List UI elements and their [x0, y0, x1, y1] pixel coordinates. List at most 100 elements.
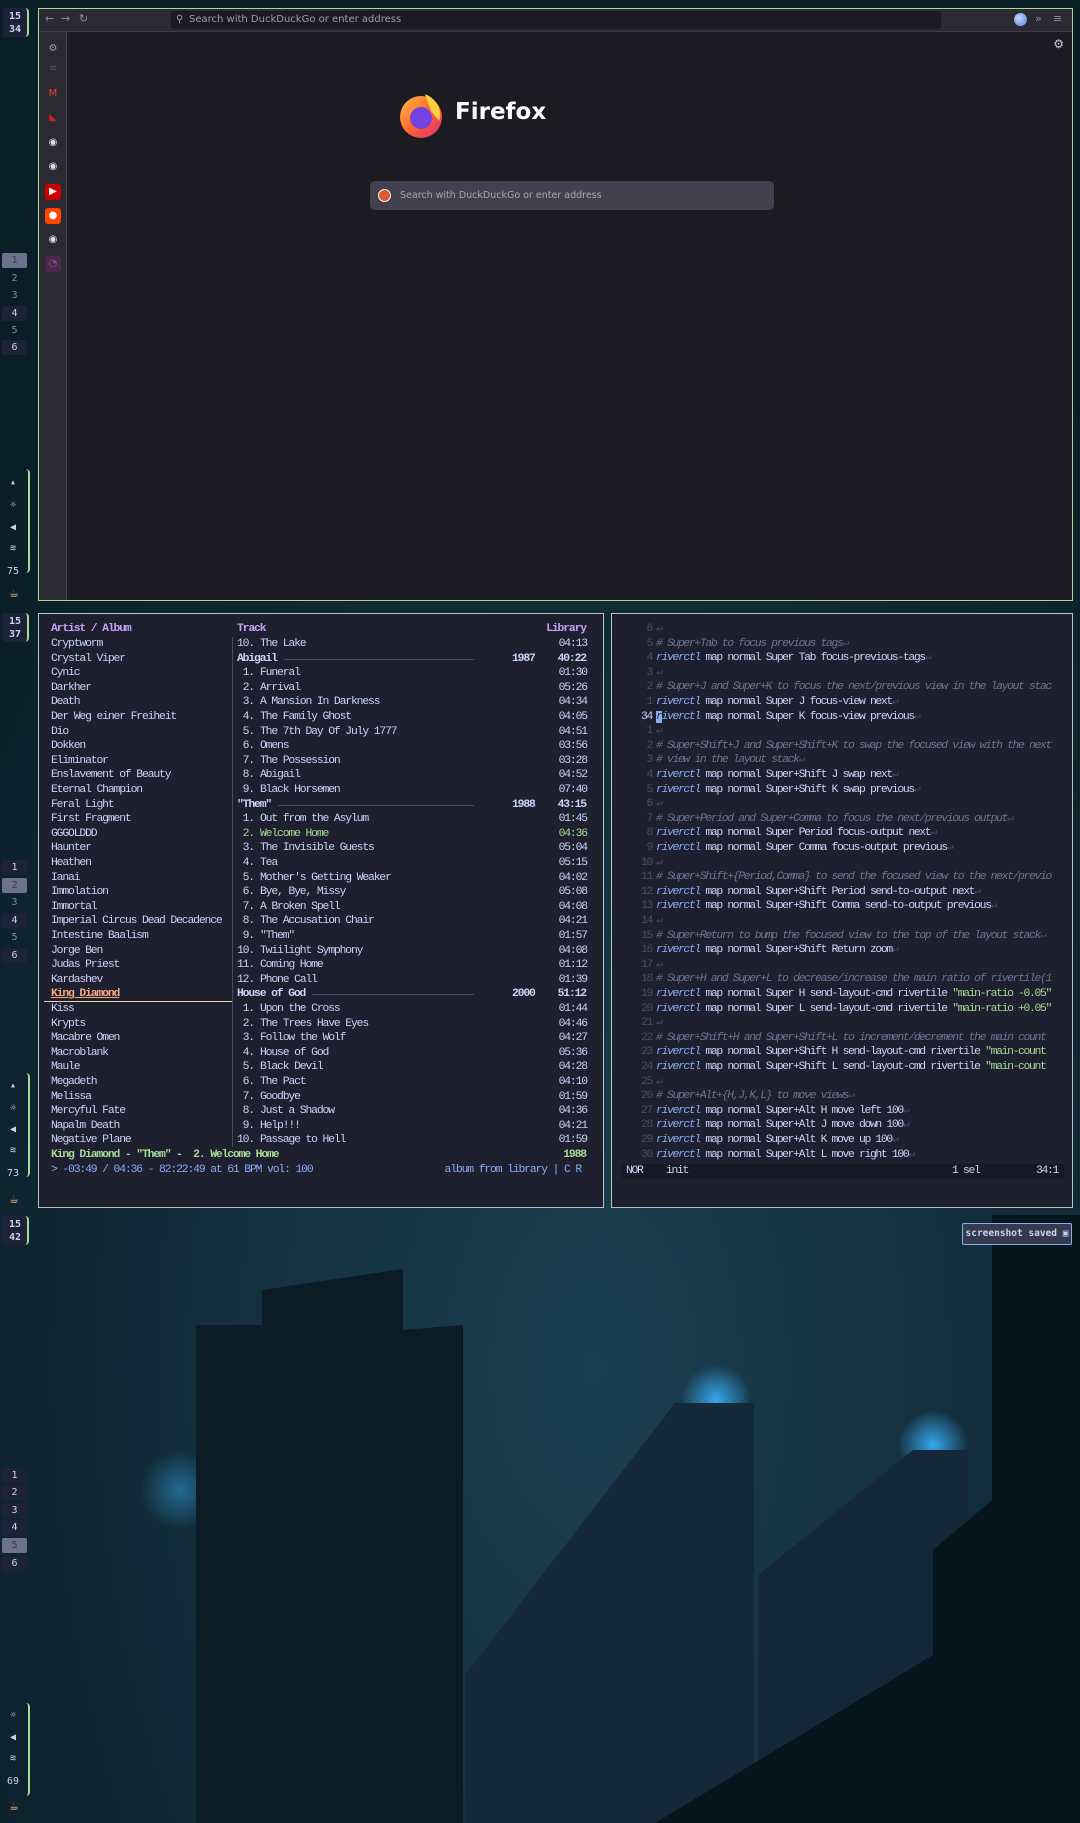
gmail-icon[interactable]: M [45, 86, 61, 102]
code-line[interactable]: riverctl map normal Super+Shift K swap p… [656, 783, 1070, 798]
track-row[interactable]: 6. The Pact 04:10 [237, 1075, 589, 1090]
github-icon[interactable]: ◉ [45, 232, 61, 248]
artist-item[interactable]: Melissa [51, 1090, 92, 1105]
track-row[interactable]: 8. Just a Shadow 04:36 [237, 1104, 589, 1119]
track-row[interactable]: 12. Phone Call 01:39 [237, 973, 588, 988]
code-line[interactable]: # Super+Return to bump the focused view … [656, 929, 1070, 944]
track-row[interactable]: 6. Omens 03:56 [237, 739, 589, 754]
artist-item[interactable]: Eternal Champion [51, 783, 143, 798]
bowl-icon[interactable]: ☕ [4, 1800, 24, 1813]
track-row[interactable]: 7. Goodbye 01:59 [237, 1090, 589, 1105]
profile-icon[interactable] [1014, 13, 1027, 26]
brightness-icon[interactable]: ☼ [0, 500, 26, 511]
code-line[interactable]: ↵ [656, 914, 1070, 929]
code-line[interactable]: riverctl map normal Super H send-layout-… [656, 987, 1070, 1002]
workspace-3[interactable]: 3 [2, 1503, 27, 1518]
artist-item[interactable]: Judas Priest [51, 958, 120, 973]
artist-item[interactable]: Dokken [51, 739, 86, 754]
menu-icon[interactable]: ≡ [1053, 12, 1062, 25]
artist-item[interactable]: Heathen [51, 856, 92, 871]
artist-item[interactable]: Dio [51, 725, 69, 740]
code-line[interactable]: riverctl map normal Super+Shift Comma se… [656, 899, 1070, 914]
workspace-5[interactable]: 5 [2, 930, 27, 945]
track-row[interactable]: 5. Black Devil 04:28 [237, 1060, 589, 1075]
artist-item[interactable]: Jorge Ben [51, 944, 103, 959]
track-row[interactable]: 3. Follow the Wolf 04:27 [237, 1031, 589, 1046]
track-row[interactable]: 4. House of God 05:36 [237, 1046, 589, 1061]
code-line[interactable]: ↵ [656, 958, 1070, 973]
track-row[interactable]: 4. The Family Ghost 04:05 [237, 710, 589, 725]
workspace-4[interactable]: 4 [2, 306, 27, 321]
artist-item[interactable]: Krypts [51, 1017, 86, 1032]
firefox-window[interactable]: ← → ↻ ⚲ Search with DuckDuckGo or enter … [38, 8, 1073, 601]
brightness-icon[interactable]: ☼ [0, 1103, 26, 1114]
code-line[interactable]: riverctl map normal Super+Shift H send-l… [656, 1045, 1070, 1060]
volume-icon[interactable]: ◀ [0, 1732, 26, 1743]
code-line[interactable]: riverctl map normal Super Period focus-o… [656, 826, 1070, 841]
artist-item[interactable]: Kiss [51, 1002, 75, 1017]
code-line[interactable]: # Super+Alt+{H,J,K,L} to move views↵ [656, 1089, 1070, 1104]
workspace-3[interactable]: 3 [2, 288, 27, 303]
artist-item[interactable]: Feral Light [51, 798, 115, 813]
track-row[interactable]: 10. Passage to Hell 01:59 [237, 1133, 588, 1148]
code-line[interactable]: riverctl map normal Super Tab focus-prev… [656, 651, 1070, 666]
workspace-3[interactable]: 3 [2, 895, 27, 910]
workspace-1[interactable]: 1 [2, 253, 27, 268]
workspace-6[interactable]: 6 [2, 948, 27, 963]
code-line[interactable]: riverctl map normal Super+Alt K move up … [656, 1133, 1070, 1148]
track-row[interactable]: 6. Bye, Bye, Missy 05:08 [237, 885, 589, 900]
volume-icon[interactable]: ◀ [0, 1124, 26, 1135]
track-row[interactable]: 2. Arrival 05:26 [237, 681, 589, 696]
track-row[interactable]: 1. Funeral 01:30 [237, 666, 589, 681]
url-bar[interactable]: ⚲ Search with DuckDuckGo or enter addres… [171, 11, 941, 29]
artist-item[interactable]: Negative Plane [51, 1133, 132, 1148]
workspace-4[interactable]: 4 [2, 1520, 27, 1535]
track-row[interactable]: 9. Help!!! 04:21 [237, 1119, 589, 1134]
track-row[interactable]: 8. The Accusation Chair 04:21 [237, 914, 589, 929]
track-row[interactable]: 9. "Them" 01:57 [237, 929, 589, 944]
artist-item[interactable]: Ianai [51, 871, 81, 886]
track-row[interactable]: 10. Twiilight Symphony 04:08 [237, 944, 588, 959]
github-icon[interactable]: ◉ [45, 135, 61, 151]
code-line[interactable]: riverctl map normal Super+Alt L move rig… [656, 1148, 1070, 1163]
overflow-icon[interactable]: » [1035, 12, 1042, 25]
artist-item[interactable]: Megadeth [51, 1075, 98, 1090]
gear-icon[interactable]: ⚙ [1053, 37, 1064, 51]
track-row[interactable]: 10. The Lake 04:13 [237, 637, 588, 652]
volume-icon[interactable]: ◀ [0, 522, 26, 533]
artist-item[interactable]: Cynic [51, 666, 81, 681]
artist-item[interactable]: Napalm Death [51, 1119, 120, 1134]
artist-item[interactable]: First Fragment [51, 812, 132, 827]
workspace-5[interactable]: 5 [2, 323, 27, 338]
artist-item[interactable]: Immortal [51, 900, 98, 915]
firefox-icon[interactable]: ◔ [45, 256, 61, 272]
wifi-icon[interactable]: ≋ [0, 543, 26, 554]
list-icon[interactable]: ≡ [45, 61, 61, 77]
workspace-6[interactable]: 6 [2, 340, 27, 355]
code-line[interactable]: riverctl map normal Super L send-layout-… [656, 1002, 1070, 1017]
workspace-6[interactable]: 6 [2, 1556, 27, 1571]
code-line[interactable]: ↵ [656, 622, 1070, 637]
workspace-4[interactable]: 4 [2, 913, 27, 928]
code-line[interactable]: # Super+Shift+{Period,Comma} to send the… [656, 870, 1070, 885]
workspace-1[interactable]: 1 [2, 1468, 27, 1483]
artist-item[interactable]: Eliminator [51, 754, 109, 769]
bookmark-icon[interactable]: ◣ [45, 110, 61, 126]
back-icon[interactable]: ← [45, 12, 54, 25]
artist-item[interactable]: Death [51, 695, 81, 710]
track-row[interactable]: 2. The Trees Have Eyes 04:46 [237, 1017, 589, 1032]
artist-item[interactable]: Haunter [51, 841, 92, 856]
artist-item[interactable]: GGGOLDDD [51, 827, 98, 842]
code-line[interactable]: riverctl map normal Super J focus-view n… [656, 695, 1070, 710]
artist-item[interactable]: Immolation [51, 885, 109, 900]
artist-item[interactable]: Enslavement of Beauty [51, 768, 172, 783]
text-editor[interactable]: NOR init 1 sel 34:1 6 ↵ 5 # Super+Tab to fo… [611, 613, 1073, 1208]
code-line[interactable]: ↵ [656, 1075, 1070, 1090]
track-row[interactable]: 7. The Possession 03:28 [237, 754, 589, 769]
workspace-2[interactable]: 2 [2, 1485, 27, 1500]
code-line[interactable]: ↵ [656, 797, 1070, 812]
search-box[interactable]: Search with DuckDuckGo or enter address [370, 181, 774, 210]
code-line[interactable]: # Super+Tab to focus previous tags↵ [656, 637, 1070, 652]
artist-item[interactable]: Macabre Omen [51, 1031, 120, 1046]
wifi-icon[interactable]: ≋ [0, 1145, 26, 1156]
